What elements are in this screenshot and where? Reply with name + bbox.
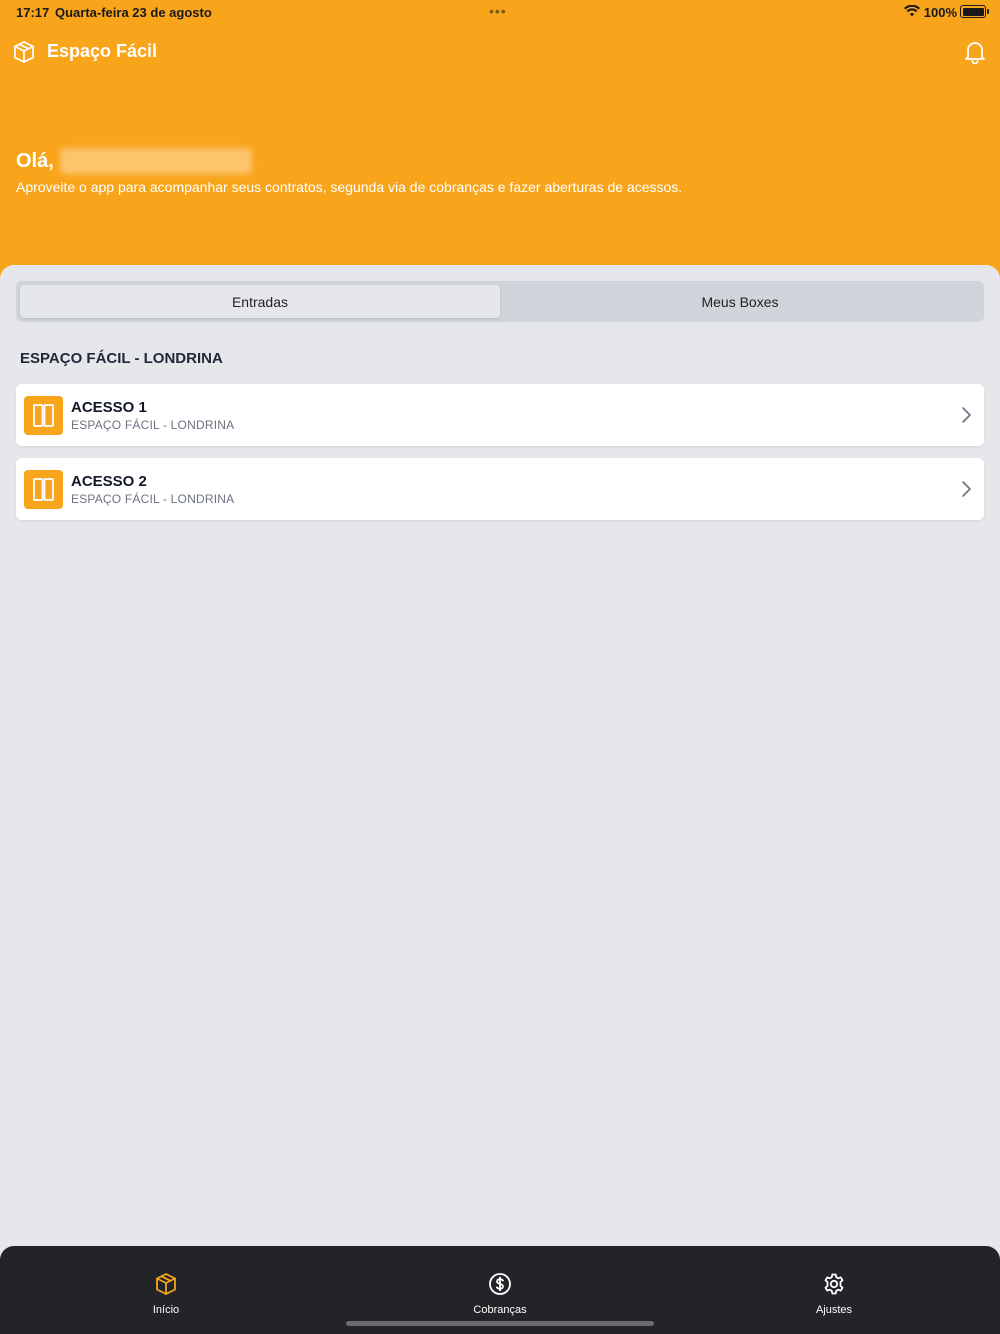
chevron-right-icon (962, 407, 971, 423)
greeting: Olá, (16, 148, 252, 174)
tab-label: Início (152, 1304, 180, 1316)
battery-percentage: 100% (923, 5, 957, 20)
access-card-subtitle: ESPAÇO FÁCIL - LONDRINA (71, 492, 235, 506)
app-title: Espaço Fácil (47, 41, 158, 61)
status-date: Quarta-feira 23 de agosto (55, 5, 212, 20)
status-bar: 17:17 Quarta-feira 23 de agosto ••• 100% (0, 0, 1000, 24)
tab-inicio[interactable]: Início (66, 1246, 266, 1326)
user-name-redacted (59, 148, 252, 174)
tab-cobrancas[interactable]: Cobranças (400, 1246, 600, 1326)
segmented-control: Entradas Meus Boxes (16, 281, 984, 322)
segment-meus-boxes[interactable]: Meus Boxes (500, 285, 980, 318)
hero-subtitle: Aproveite o app para acompanhar seus con… (16, 179, 683, 195)
home-indicator (346, 1321, 654, 1326)
segment-entradas[interactable]: Entradas (20, 285, 500, 318)
access-card-subtitle: ESPAÇO FÁCIL - LONDRINA (71, 418, 235, 432)
section-title: ESPAÇO FÁCIL - LONDRINA (20, 350, 223, 367)
wifi-icon (904, 5, 920, 17)
access-card-title: ACESSO 2 (71, 473, 147, 490)
bell-icon[interactable] (964, 40, 986, 64)
access-card[interactable]: ACESSO 1 ESPAÇO FÁCIL - LONDRINA (16, 384, 984, 446)
package-box-icon (14, 41, 34, 63)
access-card[interactable]: ACESSO 2 ESPAÇO FÁCIL - LONDRINA (16, 458, 984, 520)
status-time: 17:17 (16, 5, 50, 20)
hero-header: Espaço Fácil Olá, Aproveite o app para a… (0, 24, 1000, 284)
dollar-circle-icon (489, 1273, 511, 1295)
access-card-title: ACESSO 1 (71, 399, 147, 416)
battery-icon (960, 5, 989, 18)
main-content: Entradas Meus Boxes ESPAÇO FÁCIL - LONDR… (0, 265, 1000, 1246)
door-icon (24, 396, 63, 435)
greeting-text: Olá, (16, 149, 54, 172)
tab-label: Ajustes (815, 1304, 853, 1316)
gear-icon (824, 1273, 844, 1295)
chevron-right-icon (962, 481, 971, 497)
tab-label: Cobranças (473, 1304, 527, 1316)
multitasking-dots[interactable]: ••• (489, 3, 507, 19)
package-box-icon (156, 1273, 176, 1295)
door-icon (24, 470, 63, 509)
tab-ajustes[interactable]: Ajustes (734, 1246, 934, 1326)
